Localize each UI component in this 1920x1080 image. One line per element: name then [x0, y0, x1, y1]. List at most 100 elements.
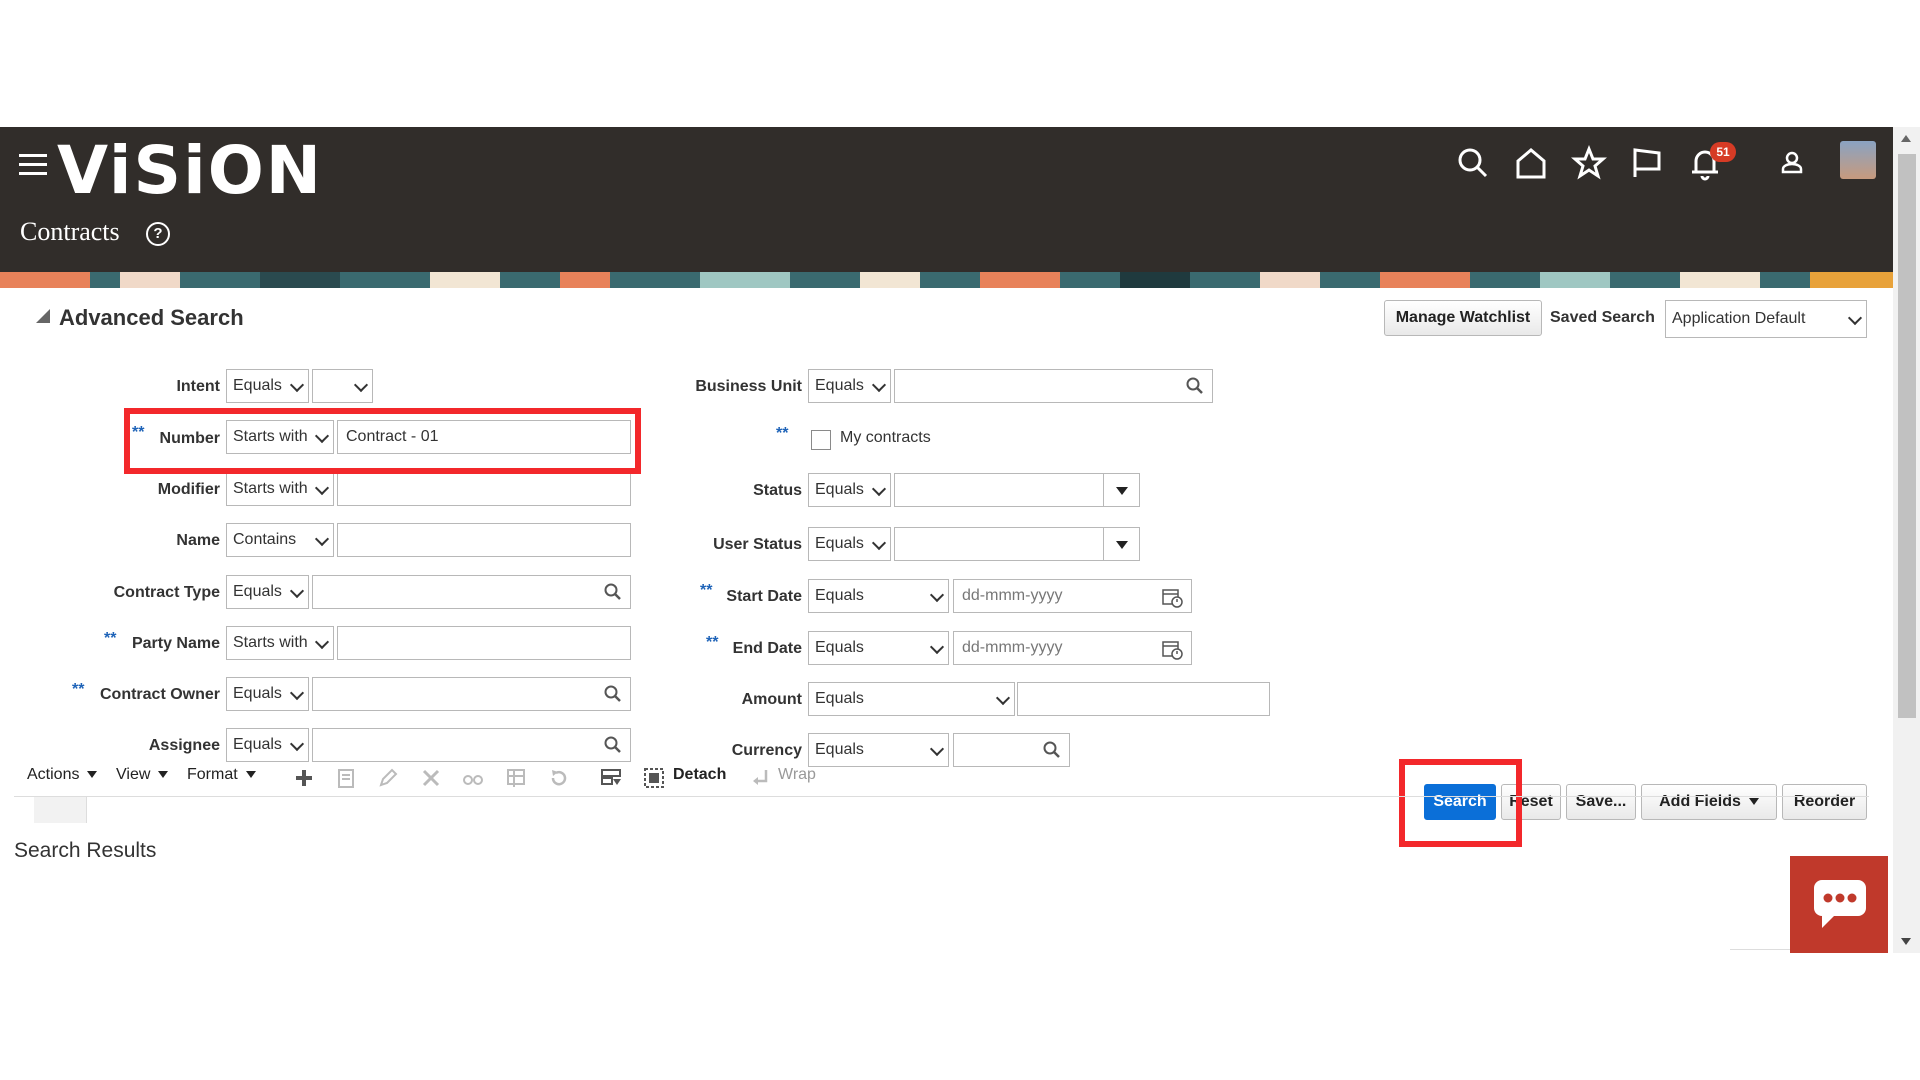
start-date-operator-select[interactable]: Equals — [808, 579, 949, 613]
advanced-search-title: Advanced Search — [59, 305, 244, 330]
end-date-input[interactable]: dd-mmm-yyyy — [953, 631, 1192, 665]
amount-label: Amount — [741, 691, 802, 708]
contract-type-input[interactable] — [312, 575, 631, 609]
party-name-operator-select[interactable]: Starts with — [226, 626, 334, 660]
my-contracts-label: My contracts — [840, 429, 931, 446]
assignee-label: Assignee — [148, 737, 220, 754]
name-label: Name — [176, 532, 220, 549]
currency-operator-select[interactable]: Equals — [808, 733, 949, 767]
add-icon[interactable] — [293, 767, 315, 789]
status-operator-value: Equals — [815, 481, 864, 498]
required-marker: ** — [776, 425, 789, 442]
wrap-icon — [753, 770, 768, 785]
search-icon[interactable] — [604, 583, 622, 601]
scrollbar-thumb[interactable] — [1898, 154, 1916, 718]
document-icon — [338, 769, 354, 788]
contract-owner-operator-select[interactable]: Equals — [226, 677, 309, 711]
results-divider — [14, 796, 1869, 797]
notification-badge: 51 — [1710, 142, 1736, 162]
dropdown-arrow-icon[interactable] — [1103, 528, 1139, 560]
name-operator-value: Contains — [233, 531, 297, 548]
detach-button[interactable]: Detach — [673, 766, 726, 784]
amount-operator-select[interactable]: Equals — [808, 682, 1015, 716]
user-status-value-select[interactable] — [894, 527, 1140, 561]
status-value-select[interactable] — [894, 473, 1140, 507]
currency-input[interactable] — [953, 733, 1070, 767]
end-date-operator-select[interactable]: Equals — [808, 631, 949, 665]
business-unit-input[interactable] — [894, 369, 1213, 403]
user-status-operator-value: Equals — [815, 535, 864, 552]
start-date-input[interactable]: dd-mmm-yyyy — [953, 579, 1192, 613]
contract-type-operator-value: Equals — [233, 583, 282, 600]
dropdown-arrow-icon[interactable] — [1103, 474, 1139, 506]
name-input[interactable] — [337, 523, 631, 557]
add-fields-button[interactable]: Add Fields — [1641, 784, 1777, 820]
currency-label: Currency — [731, 742, 802, 759]
scroll-down-icon[interactable] — [1901, 938, 1911, 945]
end-date-operator-value: Equals — [815, 639, 864, 656]
modifier-input[interactable] — [337, 472, 631, 506]
contract-owner-operator-value: Equals — [233, 685, 282, 702]
hamburger-icon[interactable] — [19, 154, 47, 176]
vision-logo[interactable]: ViSiON — [57, 131, 323, 211]
format-menu[interactable]: Format — [187, 766, 256, 784]
name-operator-select[interactable]: Contains — [226, 523, 334, 557]
calendar-icon[interactable] — [1161, 638, 1183, 660]
decorative-banner — [0, 272, 1893, 288]
intent-operator-value: Equals — [233, 377, 282, 394]
freeze-icon — [507, 769, 525, 787]
contract-owner-input[interactable] — [312, 677, 631, 711]
modifier-operator-select[interactable]: Starts with — [226, 472, 334, 506]
results-table-corner — [34, 797, 87, 823]
amount-operator-value: Equals — [815, 690, 864, 707]
intent-label: Intent — [176, 378, 220, 395]
view-details-icon — [463, 775, 483, 785]
my-contracts-checkbox[interactable] — [811, 430, 831, 450]
start-date-label: Start Date — [726, 588, 802, 605]
actions-menu[interactable]: Actions — [27, 766, 98, 784]
view-label: View — [116, 766, 151, 783]
calendar-icon[interactable] — [1161, 586, 1183, 608]
search-icon[interactable] — [604, 736, 622, 754]
avatar[interactable] — [1840, 141, 1876, 179]
saved-search-select[interactable]: Application Default — [1665, 300, 1867, 338]
collapse-triangle-icon[interactable] — [36, 309, 50, 323]
scroll-up-icon[interactable] — [1901, 135, 1911, 142]
save-button[interactable]: Save... — [1566, 784, 1636, 820]
contract-type-operator-select[interactable]: Equals — [226, 575, 309, 609]
reorder-button[interactable]: Reorder — [1782, 784, 1867, 820]
manage-watchlist-button[interactable]: Manage Watchlist — [1384, 300, 1542, 336]
chat-bubble-icon — [1814, 880, 1866, 928]
search-icon[interactable] — [604, 685, 622, 703]
user-icon[interactable] — [1778, 149, 1806, 177]
query-by-example-icon[interactable] — [600, 767, 622, 789]
assignee-operator-value: Equals — [233, 736, 282, 753]
intent-value-select[interactable] — [312, 369, 373, 403]
format-label: Format — [187, 766, 238, 783]
assignee-operator-select[interactable]: Equals — [226, 728, 309, 762]
star-icon[interactable] — [1571, 145, 1607, 181]
chat-button[interactable] — [1790, 856, 1888, 953]
amount-input[interactable] — [1017, 682, 1270, 716]
home-icon[interactable] — [1513, 145, 1549, 181]
search-icon[interactable] — [1043, 741, 1061, 759]
status-label: Status — [753, 482, 802, 499]
party-name-input[interactable] — [337, 626, 631, 660]
party-name-operator-value: Starts with — [233, 634, 308, 651]
intent-operator-select[interactable]: Equals — [226, 369, 309, 403]
search-icon[interactable] — [1455, 145, 1491, 181]
search-icon[interactable] — [1186, 377, 1204, 395]
highlight-box-search — [1399, 759, 1522, 847]
flag-icon[interactable] — [1629, 145, 1665, 181]
view-menu[interactable]: View — [116, 766, 169, 784]
user-status-operator-select[interactable]: Equals — [808, 527, 891, 561]
contract-type-label: Contract Type — [113, 584, 220, 601]
detach-icon[interactable] — [643, 767, 665, 789]
refresh-icon — [551, 770, 567, 786]
saved-search-label: Saved Search — [1550, 309, 1655, 326]
business-unit-operator-select[interactable]: Equals — [808, 369, 891, 403]
highlight-box-number — [124, 408, 641, 474]
status-operator-select[interactable]: Equals — [808, 473, 891, 507]
assignee-input[interactable] — [312, 728, 631, 762]
help-icon[interactable]: ? — [146, 222, 170, 246]
